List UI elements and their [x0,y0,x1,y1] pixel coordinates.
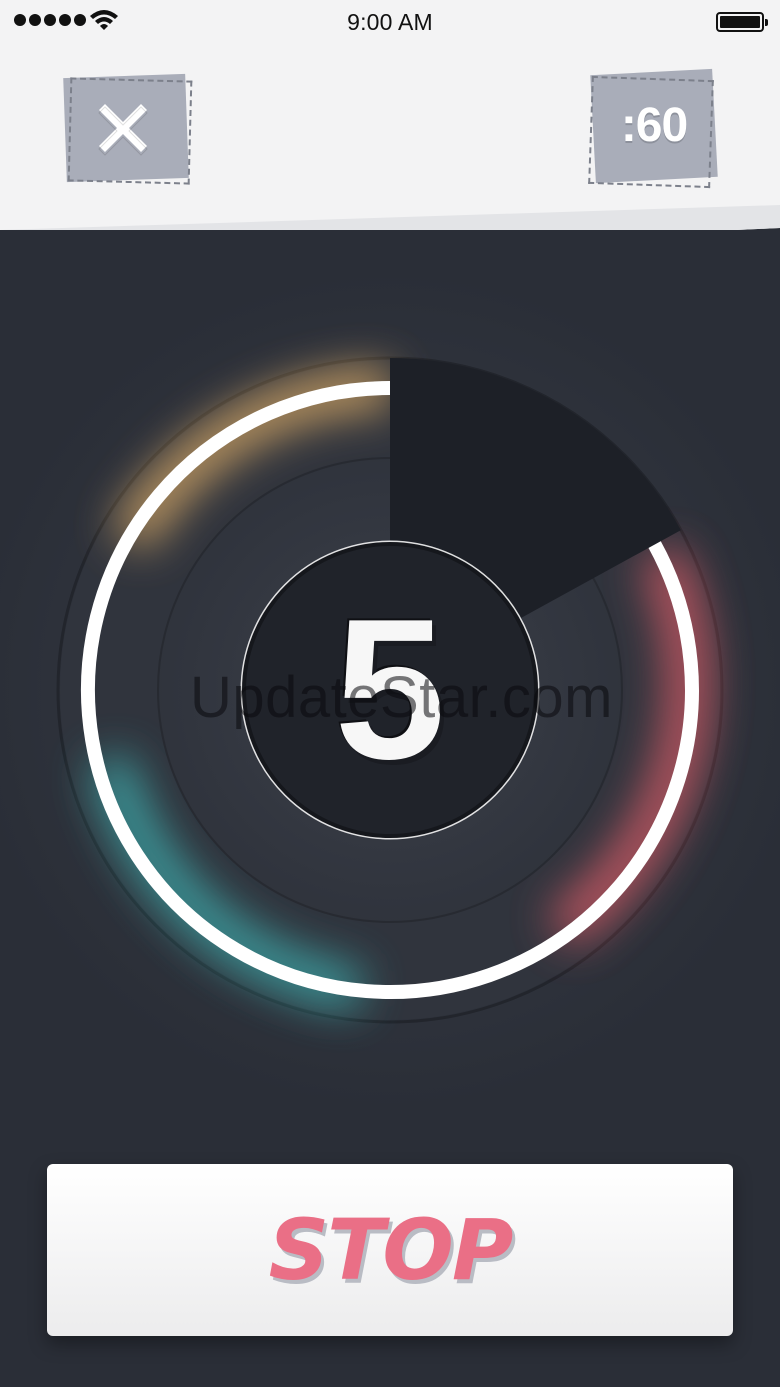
watermark-text: UpdateStar.com [190,665,613,730]
wifi-icon [90,10,118,30]
battery-icon [716,12,768,32]
stop-button[interactable]: STOP [47,1164,733,1336]
status-time: 9:00 AM [347,8,433,35]
timer-screen: 9:00 AM :60 5 UpdateStar.com STOP [0,0,780,1387]
signal-icon [14,14,86,26]
status-bar: 9:00 AM [0,0,780,44]
stop-button-label: STOP [268,1201,514,1299]
